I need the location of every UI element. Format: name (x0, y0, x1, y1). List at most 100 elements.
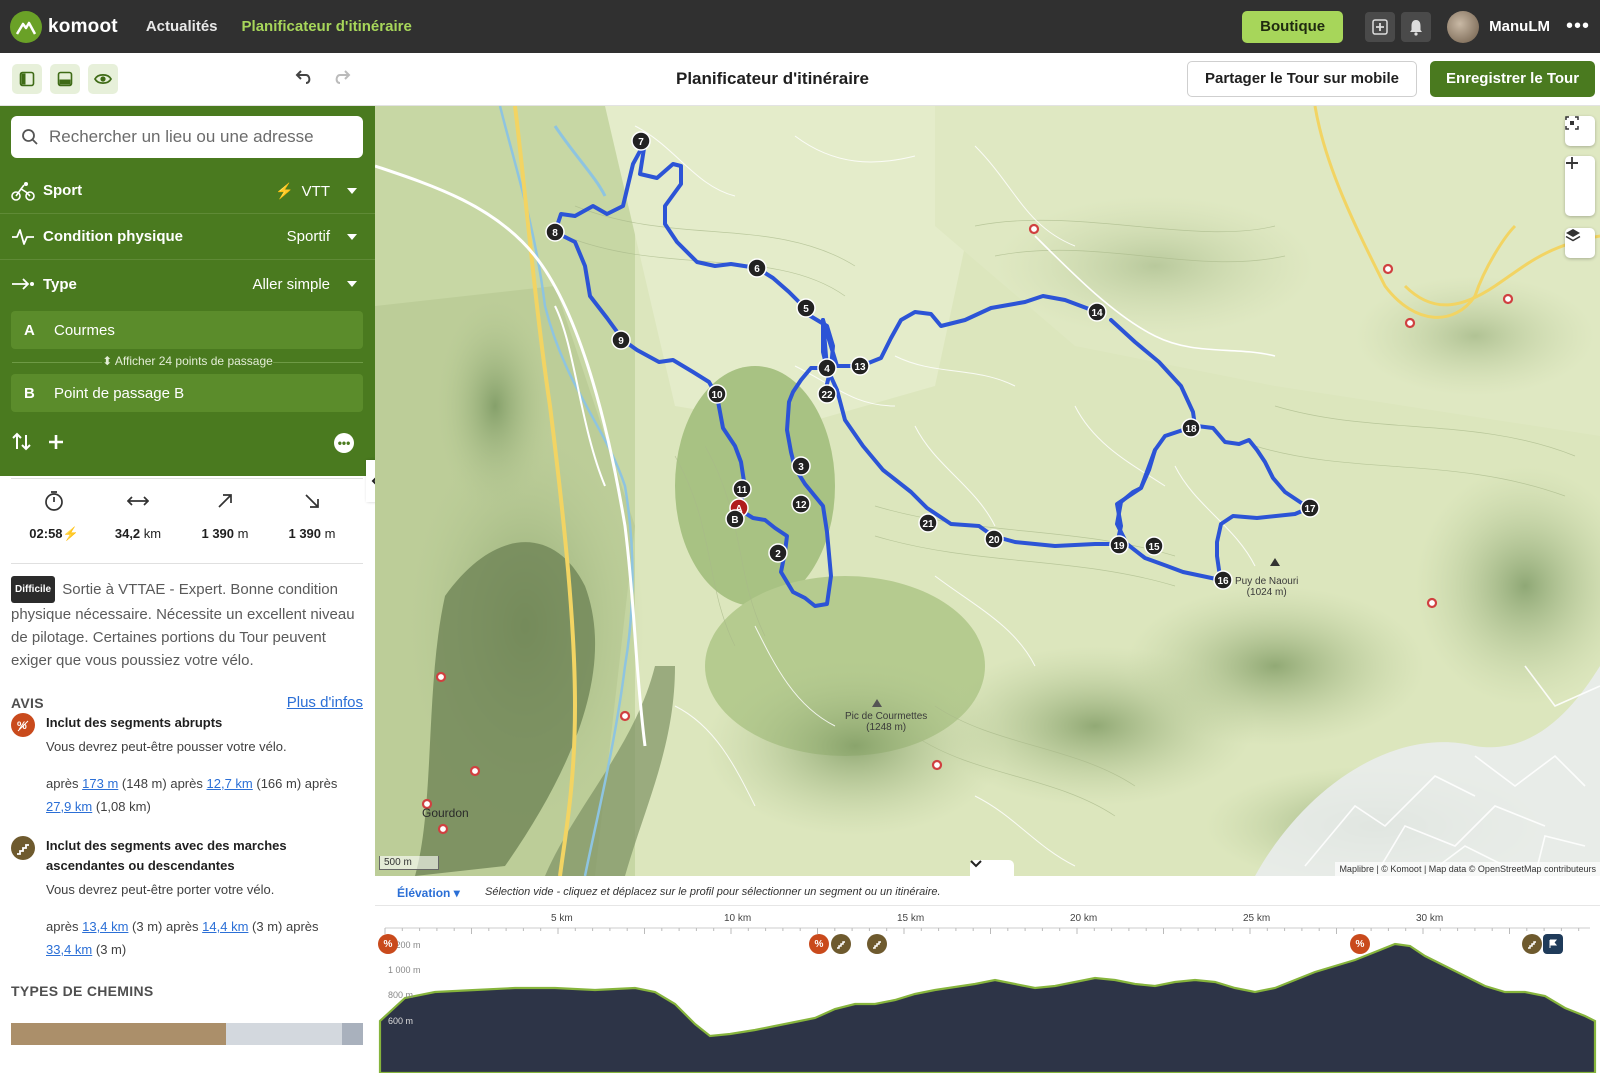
route-waypoint-number: 15 (1148, 542, 1160, 553)
difficulty-description: Difficile Sortie à VTTAE - Expert. Bonne… (11, 576, 363, 672)
shop-button[interactable]: Boutique (1242, 10, 1344, 43)
one-way-arrow-icon (12, 278, 34, 290)
peak-label-courmettes: Pic de Courmettes (1248 m) (845, 711, 928, 733)
sport-selector[interactable]: Sport ⚡ VTT (0, 168, 375, 214)
nav-link-news[interactable]: Actualités (146, 18, 218, 35)
warning-title: Inclut des segments avec des marches asc… (46, 838, 287, 873)
finish-flag-icon[interactable] (1543, 934, 1563, 954)
layers-icon (1565, 229, 1581, 242)
elevation-chart[interactable] (375, 876, 1600, 1073)
elevation-panel[interactable]: Élévation ▾ Sélection vide - cliquez et … (375, 876, 1600, 1073)
planner-sidebar: Rechercher un lieu ou une adresse Sport … (0, 106, 375, 1073)
segment-link[interactable]: 14,4 km (202, 919, 248, 934)
add-button[interactable] (1365, 11, 1396, 42)
avatar[interactable] (1447, 10, 1480, 43)
map-view[interactable]: 7 8 6 5 9 10 4 13 22 14 3 11 12 2 21 20 19 15 16 17 18 A B Puy… (375, 106, 1600, 876)
route-waypoint-number: 22 (821, 390, 833, 401)
route-waypoint-number: 10 (711, 390, 723, 401)
route-waypoint-number: 18 (1185, 424, 1197, 435)
segment-link[interactable]: 33,4 km (46, 942, 92, 957)
type-label: Type (43, 275, 77, 293)
waypoint-name: Courmes (54, 321, 115, 339)
chevron-down-icon (347, 234, 357, 240)
warning-desc: Vous devrez peut-être porter votre vélo. (46, 882, 275, 897)
more-info-link[interactable]: Plus d'infos (287, 694, 363, 711)
show-waypoints-toggle[interactable]: ⬍ Afficher 24 points de passage (0, 354, 375, 368)
ascent-unit: m (237, 526, 249, 541)
more-menu-icon[interactable]: ••• (1566, 15, 1590, 38)
type-selector[interactable]: Type Aller simple (0, 261, 375, 307)
stairs-segment-icon[interactable] (1522, 934, 1542, 954)
warning-segment-list: après 13,4 km (3 m) après 14,4 km (3 m) … (46, 919, 319, 957)
map-attribution: Maplibre | © Komoot | Map data © OpenStr… (1335, 862, 1600, 876)
map-scale: 500 m (379, 856, 439, 870)
segment-link[interactable]: 27,9 km (46, 799, 92, 814)
share-mobile-button[interactable]: Partager le Tour sur mobile (1187, 61, 1417, 97)
waypoint-end[interactable]: B Point de passage B (11, 374, 363, 412)
segment-link[interactable]: 173 m (82, 776, 118, 791)
search-icon (22, 129, 38, 145)
tour-stats: 02:58⚡ 34,2 km 1 390 m 1 390 m (0, 486, 375, 566)
route-waypoint-number: 12 (795, 500, 807, 511)
stat-ascent: 1 390 m (185, 486, 265, 541)
zoom-controls (1565, 156, 1595, 216)
steep-segment-icon[interactable]: % (809, 934, 829, 954)
nav-link-route-planner[interactable]: Planificateur d'itinéraire (242, 18, 412, 35)
fitness-selector[interactable]: Condition physique Sportif (0, 214, 375, 260)
route-waypoint-number: 14 (1091, 308, 1103, 319)
duration-value: 02:58 (29, 526, 63, 541)
komoot-logo-icon (10, 10, 42, 43)
segment-link[interactable]: 12,7 km (207, 776, 253, 791)
route-waypoint-number: 6 (754, 264, 760, 275)
stairs-segment-icon[interactable] (867, 934, 887, 954)
reverse-route-icon[interactable] (12, 432, 32, 452)
stat-descent: 1 390 m (272, 486, 352, 541)
sport-label: Sport (43, 182, 83, 199)
search-input[interactable]: Rechercher un lieu ou une adresse (11, 116, 363, 158)
route-waypoint-number: 9 (618, 336, 624, 347)
difficulty-badge: Difficile (11, 576, 56, 603)
logo-text: komoot (48, 15, 118, 37)
stopwatch-icon (45, 491, 63, 511)
route-waypoint-number: 21 (922, 519, 934, 530)
descent-value: 1 390 (288, 526, 322, 541)
segment-link[interactable]: 13,4 km (82, 919, 128, 934)
route-waypoint-number: 17 (1304, 504, 1316, 515)
plus-square-icon (1372, 18, 1388, 35)
distance-unit: km (143, 526, 162, 541)
topographic-map[interactable]: 78659104 132214311122212019 15161718AB (375, 106, 1600, 876)
notifications-button[interactable] (1401, 11, 1432, 42)
path-type-segment[interactable] (341, 1023, 363, 1045)
planner-toolbar: Planificateur d'itinéraire Partager le T… (0, 53, 1600, 106)
steep-segment-icon[interactable]: % (1350, 934, 1370, 954)
path-type-segment[interactable] (11, 1023, 226, 1045)
fitness-value: Sportif (286, 228, 330, 245)
layers-button[interactable] (1565, 228, 1595, 258)
add-waypoint-icon[interactable] (48, 434, 64, 450)
distance-value: 34,2 (114, 526, 141, 541)
path-types-bar[interactable] (11, 1023, 363, 1045)
waypoint-letter: B (24, 384, 35, 402)
warning-steep-segments: % Inclut des segments abrupts Vous devre… (11, 713, 363, 818)
route-waypoint-number: 3 (798, 462, 804, 473)
place-label-gourdon: Gourdon (422, 806, 469, 820)
expand-elevation-button[interactable] (970, 860, 1014, 876)
fit-route-button[interactable] (1565, 116, 1595, 146)
steep-segment-icon[interactable]: % (378, 934, 398, 954)
warning-steps-segments: Inclut des segments avec des marches asc… (11, 836, 363, 961)
komoot-logo[interactable]: komoot (10, 10, 118, 43)
ascent-arrow-icon (218, 494, 232, 508)
save-tour-button[interactable]: Enregistrer le Tour (1430, 61, 1595, 97)
path-types-heading: TYPES DE CHEMINS (11, 983, 154, 999)
more-options-icon[interactable]: ••• (334, 433, 354, 453)
top-navigation: komoot Actualités Planificateur d'itinér… (0, 0, 1600, 53)
username[interactable]: ManuLM (1489, 18, 1550, 35)
peak-label-naouri: Puy de Naouri (1024 m) (1235, 576, 1299, 598)
warning-segment-list: après 173 m (148 m) après 12,7 km (166 m… (46, 776, 338, 814)
alt-tick-label: 800 m (388, 990, 414, 1000)
waypoint-start[interactable]: A Courmes (11, 311, 363, 349)
stairs-segment-icon[interactable] (831, 934, 851, 954)
route-waypoint-number: 2 (775, 549, 781, 560)
path-type-segment[interactable] (225, 1023, 342, 1045)
route-waypoint-number: 7 (638, 137, 644, 148)
